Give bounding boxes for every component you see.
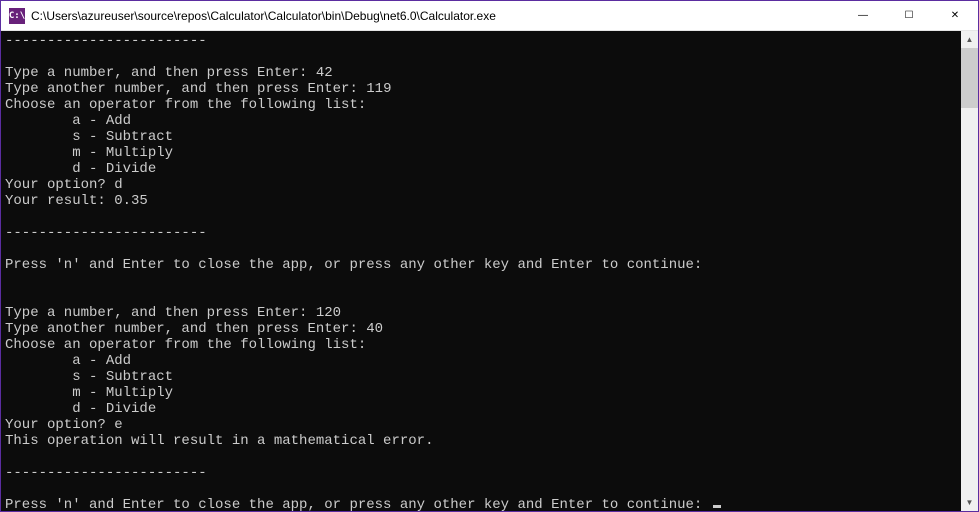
titlebar[interactable]: C:\ C:\Users\azureuser\source\repos\Calc… xyxy=(1,1,978,31)
console-output[interactable]: ------------------------ Type a number, … xyxy=(1,31,961,511)
scroll-up-button[interactable]: ▲ xyxy=(961,31,978,48)
result-1: 0.35 xyxy=(114,193,148,209)
close-button[interactable]: ✕ xyxy=(932,1,978,30)
op-mul: m - Multiply xyxy=(5,145,173,161)
vertical-scrollbar[interactable]: ▲ ▼ xyxy=(961,31,978,511)
op-sub: s - Subtract xyxy=(5,129,173,145)
maximize-button[interactable]: ☐ xyxy=(886,1,932,30)
choose-op: Choose an operator from the following li… xyxy=(5,337,366,353)
window-buttons: — ☐ ✕ xyxy=(840,1,978,30)
option-1: d xyxy=(114,177,122,193)
your-result: Your result: xyxy=(5,193,114,209)
app-icon: C:\ xyxy=(9,8,25,24)
window-title: C:\Users\azureuser\source\repos\Calculat… xyxy=(31,9,840,23)
prompt-num1: Type a number, and then press Enter: xyxy=(5,305,316,321)
client-area: ------------------------ Type a number, … xyxy=(1,31,978,511)
continue-prompt: Press 'n' and Enter to close the app, or… xyxy=(5,257,711,273)
op-sub: s - Subtract xyxy=(5,369,173,385)
op-mul: m - Multiply xyxy=(5,385,173,401)
separator: ------------------------ xyxy=(5,225,207,241)
input-num2-2: 40 xyxy=(366,321,383,337)
prompt-num2: Type another number, and then press Ente… xyxy=(5,81,366,97)
input-num2-1: 119 xyxy=(366,81,391,97)
op-add: a - Add xyxy=(5,113,131,129)
error-msg: This operation will result in a mathemat… xyxy=(5,433,433,449)
console-window: C:\ C:\Users\azureuser\source\repos\Calc… xyxy=(0,0,979,512)
op-add: a - Add xyxy=(5,353,131,369)
input-num1-2: 120 xyxy=(316,305,341,321)
op-div: d - Divide xyxy=(5,161,156,177)
your-option: Your option? xyxy=(5,177,114,193)
option-2: e xyxy=(114,417,122,433)
choose-op: Choose an operator from the following li… xyxy=(5,97,366,113)
separator: ------------------------ xyxy=(5,465,207,481)
your-option: Your option? xyxy=(5,417,114,433)
prompt-num1: Type a number, and then press Enter: xyxy=(5,65,316,81)
op-div: d - Divide xyxy=(5,401,156,417)
prompt-num2: Type another number, and then press Ente… xyxy=(5,321,366,337)
minimize-button[interactable]: — xyxy=(840,1,886,30)
scroll-track[interactable] xyxy=(961,48,978,494)
continue-prompt: Press 'n' and Enter to close the app, or… xyxy=(5,497,711,511)
input-num1-1: 42 xyxy=(316,65,333,81)
scroll-down-button[interactable]: ▼ xyxy=(961,494,978,511)
cursor xyxy=(713,505,721,508)
separator: ------------------------ xyxy=(5,33,207,49)
scroll-thumb[interactable] xyxy=(961,48,978,108)
